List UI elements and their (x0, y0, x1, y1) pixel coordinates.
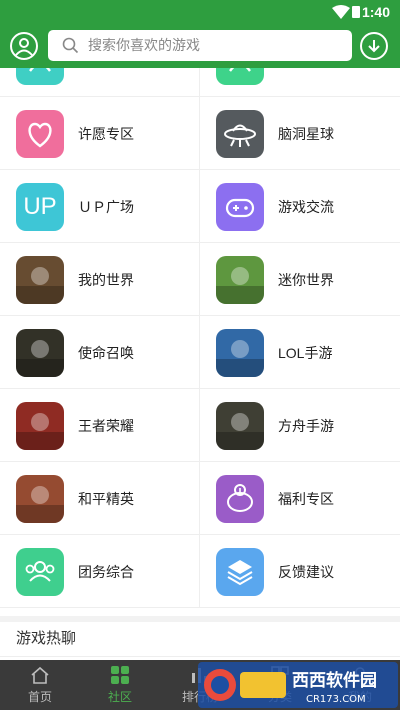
nav-label: 社区 (107, 690, 132, 704)
partial-icon (216, 68, 264, 85)
category-label: 使命召唤 (78, 344, 134, 361)
watermark-logo: 西西软件园 CR173.COM (198, 662, 398, 708)
grid-row: 我的世界 迷你世界 (0, 243, 400, 316)
category-label: 许愿专区 (78, 125, 134, 142)
status-time: 1:40 (361, 4, 390, 20)
nav-item[interactable]: 首页 (0, 660, 80, 710)
category-item[interactable]: 产品体验 (200, 68, 400, 97)
watermark-url: CR173.COM (306, 694, 366, 705)
watermark-brand: 西西软件园 (292, 670, 377, 691)
home-icon (30, 665, 50, 685)
battery-icon (352, 6, 360, 18)
category-item[interactable]: 我的世界 (0, 243, 200, 316)
grid-row: 团务综合 反馈建议 (0, 535, 400, 608)
category-label: 手游交流 (78, 68, 134, 71)
honor-of-kings-game-icon (16, 401, 64, 450)
grid-row: 和平精英 福利专区 (0, 462, 400, 535)
status-bar: 1:40 (0, 0, 400, 24)
category-label: 脑洞星球 (278, 125, 334, 142)
category-item[interactable]: 迷你世界 (200, 243, 400, 316)
category-label: 福利专区 (278, 490, 334, 507)
category-label: 方舟手游 (278, 417, 334, 434)
category-label: ＵＰ广场 (78, 198, 134, 215)
ark-game-icon (216, 401, 264, 450)
group-icon (16, 547, 64, 596)
search-input[interactable] (88, 34, 338, 56)
category-label: 迷你世界 (278, 271, 334, 288)
category-label: 反馈建议 (278, 563, 334, 580)
mini-world-game-icon (216, 255, 264, 304)
grid-row: 使命召唤 LOL手游 (0, 316, 400, 389)
nav-item[interactable]: 社区 (80, 660, 160, 710)
category-label: 和平精英 (78, 490, 134, 507)
call-of-duty-game-icon (16, 328, 64, 377)
peacekeeper-elite-game-icon (16, 474, 64, 523)
category-item[interactable]: 和平精英 (0, 462, 200, 535)
lol-game-icon (216, 328, 264, 377)
category-item[interactable]: 使命召唤 (0, 316, 200, 389)
heart-icon (16, 109, 64, 158)
grid-row: UP ＵＰ广场 游戏交流 (0, 170, 400, 243)
category-label: 产品体验 (278, 68, 334, 71)
minecraft-game-icon (16, 255, 64, 304)
grid-row: 许愿专区 脑洞星球 (0, 97, 400, 170)
nav-label: 首页 (27, 690, 52, 704)
search-icon (62, 37, 79, 54)
category-item[interactable]: 许愿专区 (0, 97, 200, 170)
category-item[interactable]: 福利专区 (200, 462, 400, 535)
gamepad-icon (216, 182, 264, 231)
category-item[interactable]: 脑洞星球 (200, 97, 400, 170)
category-grid: 手游交流 产品体验许愿专区 脑洞星球 UP ＵＰ广场 游戏交流我的世界 迷你世界使命召唤 LO… (0, 68, 400, 616)
grid-row: 手游交流 产品体验 (0, 68, 400, 97)
wifi-icon (332, 5, 350, 19)
section-divider (0, 616, 400, 622)
download-button[interactable] (360, 32, 388, 60)
download-icon (368, 40, 380, 53)
profile-button[interactable] (10, 32, 38, 60)
category-item[interactable]: UP ＵＰ广场 (0, 170, 200, 243)
category-label: 王者荣耀 (78, 417, 134, 434)
category-item[interactable]: 游戏交流 (200, 170, 400, 243)
app-header (0, 24, 400, 68)
category-item[interactable]: 反馈建议 (200, 535, 400, 608)
community-grid-icon (110, 665, 130, 685)
category-label: LOL手游 (278, 344, 333, 361)
divider (0, 656, 400, 657)
up-text-icon: UP (16, 182, 64, 231)
piggy-bank-icon (216, 474, 264, 523)
layers-icon (216, 547, 264, 596)
category-label: 我的世界 (78, 271, 134, 288)
partial-icon (16, 68, 64, 85)
ufo-icon (216, 109, 264, 158)
grid-row: 王者荣耀 方舟手游 (0, 389, 400, 462)
section-title: 游戏热聊 (16, 630, 77, 647)
category-label: 游戏交流 (278, 198, 334, 215)
category-item[interactable]: 手游交流 (0, 68, 200, 97)
category-item[interactable]: 王者荣耀 (0, 389, 200, 462)
category-item[interactable]: 方舟手游 (200, 389, 400, 462)
category-item[interactable]: LOL手游 (200, 316, 400, 389)
user-icon (15, 38, 33, 56)
category-item[interactable]: 团务综合 (0, 535, 200, 608)
search-bar[interactable] (48, 30, 352, 61)
category-label: 团务综合 (78, 563, 134, 580)
